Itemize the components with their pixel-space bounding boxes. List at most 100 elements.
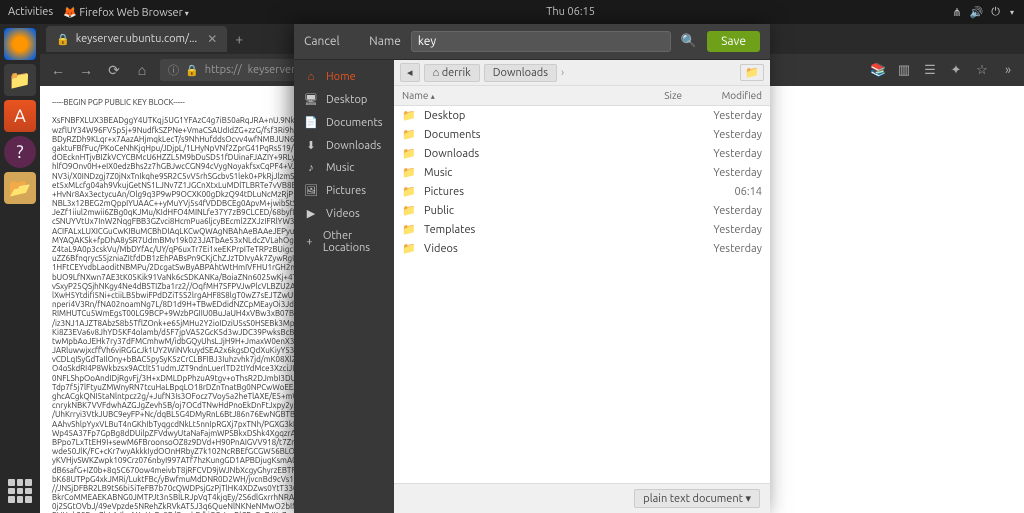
create-folder-button[interactable]: 📁 [740, 64, 764, 81]
sidebar-item-home[interactable]: ⌂Home [294, 66, 394, 88]
file-modified: Yesterday [692, 224, 762, 236]
sidebar-item-pictures[interactable]: 🖼 Pictures [294, 179, 394, 202]
bookmark-icon[interactable]: ☆ [974, 63, 990, 78]
app-menu[interactable]: 🦊 Firefox Web Browser▾ [63, 6, 189, 19]
file-name: Videos [424, 243, 632, 255]
sidebar-item-desktop[interactable]: 🖥Desktop [294, 88, 394, 111]
system-topbar: Activities 🦊 Firefox Web Browser▾ Thu 06… [0, 0, 1024, 24]
folder-icon: 📁 [402, 204, 418, 217]
network-icon[interactable]: ⋔ [952, 6, 961, 19]
activities-button[interactable]: Activities [8, 6, 53, 19]
home-button[interactable]: ⌂ [132, 62, 152, 78]
tab-close-button[interactable]: ✕ [207, 32, 217, 46]
path-folder-segment[interactable]: Downloads [484, 64, 557, 82]
dock-files[interactable]: 📁 [4, 64, 36, 96]
reload-button[interactable]: ⟳ [104, 62, 124, 79]
dialog-header: Cancel Name 🔍 Save [294, 24, 770, 60]
clock[interactable]: Thu 06:15 [189, 6, 953, 18]
dock-firefox[interactable] [4, 28, 36, 60]
sidebar-icon: 🖼 [304, 184, 318, 197]
lock-icon: 🔒 [185, 64, 199, 77]
file-row[interactable]: 📁DownloadsYesterday [394, 144, 770, 163]
filename-input[interactable] [411, 31, 671, 52]
sidebar-icon: 📄 [304, 116, 318, 129]
folder-icon: 📁 [402, 166, 418, 179]
sidebar-label: Videos [326, 208, 360, 220]
sidebar-label: Other Locations [323, 230, 384, 254]
dock-help[interactable]: ? [4, 136, 36, 168]
back-button[interactable]: ← [48, 62, 68, 78]
system-menu-chevron[interactable]: ▾ [1010, 8, 1014, 17]
file-name: Desktop [424, 110, 632, 122]
volume-icon[interactable]: 🔊 [970, 6, 984, 19]
folder-icon: 📁 [402, 147, 418, 160]
search-icon[interactable]: 🔍 [681, 34, 697, 49]
file-modified: Yesterday [692, 110, 762, 122]
menu-icon[interactable]: ☰ [922, 63, 938, 78]
file-row[interactable]: 📁PublicYesterday [394, 201, 770, 220]
file-name: Templates [424, 224, 632, 236]
sidebar-item-music[interactable]: ♪Music [294, 157, 394, 179]
file-name: Documents [424, 129, 632, 141]
format-select[interactable]: plain text document ▾ [634, 489, 760, 508]
cancel-button[interactable]: Cancel [304, 35, 340, 48]
save-file-dialog: Cancel Name 🔍 Save ⌂Home🖥Desktop📄Documen… [294, 24, 770, 513]
dock-apps-grid[interactable] [8, 479, 32, 503]
sidebar-label: Documents [326, 117, 383, 129]
file-modified: Yesterday [692, 205, 762, 217]
file-modified: Yesterday [692, 243, 762, 255]
header-name[interactable]: Name ▴ [402, 90, 632, 101]
folder-icon: 📁 [402, 128, 418, 141]
sidebar-item-videos[interactable]: ▶ Videos [294, 202, 394, 225]
dialog-footer: plain text document ▾ [394, 483, 770, 513]
power-icon[interactable]: ⏻ [991, 6, 1000, 19]
sidebar-item-downloads[interactable]: ⬇Downloads [294, 134, 394, 157]
header-modified[interactable]: Modified [692, 90, 762, 101]
name-label: Name [369, 35, 401, 48]
folder-icon: 📁 [402, 185, 418, 198]
dock-software[interactable]: A [4, 100, 36, 132]
library-icon[interactable]: 📚 [870, 63, 886, 78]
sidebar-item-other-locations[interactable]: + Other Locations [294, 225, 394, 259]
file-list-headers: Name ▴ Size Modified [394, 86, 770, 106]
file-name: Music [424, 167, 632, 179]
info-icon: ⓘ [168, 62, 179, 78]
file-row[interactable]: 📁 Music Yesterday [394, 163, 770, 182]
path-back[interactable]: ◂ [400, 63, 420, 82]
file-row[interactable]: 📁 Videos Yesterday [394, 239, 770, 258]
tab-title: keyserver.ubuntu.com/... [76, 33, 198, 45]
sidebar-icon: 🖥 [304, 93, 318, 106]
sidebar-icon[interactable]: ▥ [896, 63, 912, 78]
file-row[interactable]: 📁 Desktop Yesterday [394, 106, 770, 125]
folder-icon: 📁 [402, 223, 418, 236]
file-modified: Yesterday [692, 167, 762, 179]
folder-icon: 📁 [402, 109, 418, 122]
tab-lock-icon: 🔒 [56, 33, 70, 46]
addon-icon[interactable]: ✦ [948, 63, 964, 78]
file-row[interactable]: 📁 Templates Yesterday [394, 220, 770, 239]
file-name: Pictures [424, 186, 632, 198]
path-bar: ◂ ⌂ derrik Downloads › 📁 [394, 60, 770, 86]
path-chevron-icon: › [561, 67, 564, 79]
forward-button[interactable]: → [76, 62, 96, 78]
path-home-segment[interactable]: ⌂ derrik [424, 64, 480, 82]
save-button[interactable]: Save [707, 31, 760, 52]
new-tab-button[interactable]: + [235, 31, 243, 47]
sidebar-icon: ⌂ [304, 71, 318, 83]
file-list: 📁 Desktop Yesterday 📁 Documents Yesterday 📁Dow… [394, 106, 770, 483]
header-size[interactable]: Size [632, 90, 682, 101]
file-row[interactable]: 📁 Documents Yesterday [394, 125, 770, 144]
overflow-icon[interactable]: » [1000, 63, 1016, 78]
sidebar-item-documents[interactable]: 📄 Documents [294, 111, 394, 134]
sidebar-icon: ▶ [304, 207, 318, 220]
folder-icon: 📁 [402, 242, 418, 255]
browser-tab[interactable]: 🔒 keyserver.ubuntu.com/... ✕ [46, 26, 227, 52]
sidebar-icon: ⬇ [304, 139, 318, 152]
file-modified: Yesterday [692, 129, 762, 141]
sidebar-label: Pictures [326, 185, 366, 197]
sidebar-icon: + [304, 236, 315, 248]
dock: 📁 A ? 📂 [0, 24, 40, 513]
file-row[interactable]: 📁Pictures06:14 [394, 182, 770, 201]
dock-folder[interactable]: 📂 [4, 172, 36, 204]
sidebar-label: Music [326, 162, 354, 174]
